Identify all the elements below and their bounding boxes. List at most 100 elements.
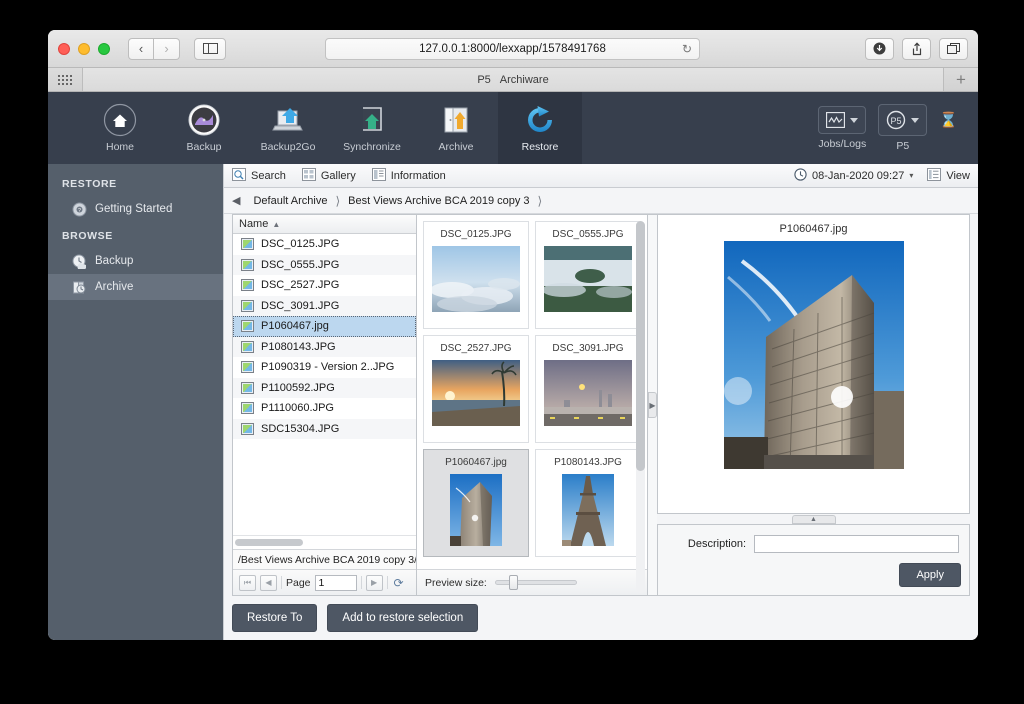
- view-icon: [927, 168, 941, 184]
- app-body: RESTORE ? Getting Started BROWSE: [48, 164, 978, 640]
- share-button[interactable]: [902, 38, 931, 60]
- scrollbar-track: [636, 221, 645, 593]
- description-input[interactable]: [754, 535, 959, 553]
- p5-button[interactable]: P5: [878, 104, 927, 136]
- activity-graph-icon: [826, 112, 845, 128]
- downloads-button[interactable]: [865, 38, 894, 60]
- module-restore[interactable]: Restore: [498, 92, 582, 164]
- image-file-icon: [241, 300, 254, 312]
- table-row[interactable]: DSC_0125.JPG: [233, 234, 416, 255]
- sidebar-item-archive[interactable]: Archive: [48, 274, 223, 300]
- apply-button[interactable]: Apply: [899, 563, 961, 587]
- scrollbar-thumb[interactable]: [235, 539, 303, 546]
- information-button[interactable]: Information: [372, 168, 446, 184]
- gallery-item[interactable]: DSC_0555.JPG: [535, 221, 641, 329]
- back-button[interactable]: ‹: [128, 38, 154, 60]
- all-tabs-grid-button[interactable]: [48, 68, 82, 91]
- preview-size-slider[interactable]: [495, 576, 577, 590]
- gallery-item[interactable]: DSC_2527.JPG: [423, 335, 529, 443]
- panes: Name ▲ DSC_0125.JPG DSC_0555.JPG DSC_252…: [232, 214, 970, 596]
- refresh-button[interactable]: ⟳: [394, 576, 404, 590]
- gallery-button[interactable]: Gallery: [302, 168, 356, 184]
- module-backup2go[interactable]: Backup2Go: [246, 92, 330, 164]
- reload-icon[interactable]: ↻: [682, 42, 692, 56]
- page-label: Page: [286, 577, 311, 589]
- forward-button[interactable]: ›: [154, 38, 180, 60]
- image-file-icon: [241, 382, 254, 394]
- breadcrumb: ◀ Default Archive ⟩ Best Views Archive B…: [224, 188, 978, 214]
- sidebar-section-browse: BROWSE: [48, 222, 223, 248]
- table-row[interactable]: P1090319 - Version 2..JPG: [233, 357, 416, 378]
- gallery-item-selected[interactable]: P1060467.jpg: [423, 449, 529, 557]
- new-tab-button[interactable]: +: [944, 68, 978, 91]
- table-row[interactable]: DSC_2527.JPG: [233, 275, 416, 296]
- svg-text:P5: P5: [891, 116, 902, 126]
- browser-tab[interactable]: P5 Archiware: [82, 68, 944, 91]
- module-list: Home Backup: [48, 92, 582, 164]
- file-name: DSC_0125.JPG: [261, 238, 339, 250]
- first-page-button[interactable]: ⏮: [239, 575, 256, 591]
- file-name: DSC_3091.JPG: [261, 300, 339, 312]
- gallery-vertical-scrollbar[interactable]: [636, 221, 645, 593]
- module-archive[interactable]: Archive: [414, 92, 498, 164]
- slider-track: [495, 580, 577, 585]
- add-to-restore-selection-button[interactable]: Add to restore selection: [327, 604, 478, 632]
- grid-dots-icon: [58, 75, 72, 85]
- module-home[interactable]: Home: [78, 92, 162, 164]
- url-bar[interactable]: 127.0.0.1:8000/lexxapp/1578491768 ↻: [325, 38, 700, 60]
- jobs-logs-control[interactable]: Jobs/Logs: [818, 106, 866, 150]
- gallery-item[interactable]: P1080143.JPG: [535, 449, 641, 557]
- content-toolbar-right: 08-Jan-2020 09:27 ▾: [794, 168, 970, 184]
- breadcrumb-item-current[interactable]: Best Views Archive BCA 2019 copy 3: [342, 195, 535, 207]
- table-row-selected[interactable]: P1060467.jpg: [233, 316, 416, 337]
- search-button[interactable]: Search: [232, 168, 286, 184]
- close-window-button[interactable]: [58, 43, 70, 55]
- gallery-item[interactable]: DSC_3091.JPG: [535, 335, 641, 443]
- preview-splitter[interactable]: ▲: [657, 514, 970, 524]
- pagination-bar: ⏮ ◀ Page ▶ ⟳: [233, 569, 416, 595]
- file-list-horizontal-scrollbar[interactable]: [233, 535, 416, 549]
- sidebar-item-backup[interactable]: Backup: [48, 248, 223, 274]
- gallery-item[interactable]: DSC_0125.JPG: [423, 221, 529, 329]
- table-row[interactable]: P1110060.JPG: [233, 398, 416, 419]
- sync-arrows-icon: [355, 104, 389, 136]
- sidebar-item-label: Getting Started: [95, 203, 172, 215]
- jobs-logs-button[interactable]: [818, 106, 866, 134]
- maximize-window-button[interactable]: [98, 43, 110, 55]
- next-page-button[interactable]: ▶: [366, 575, 383, 591]
- table-row[interactable]: DSC_0555.JPG: [233, 255, 416, 276]
- sidebar-item-getting-started[interactable]: ? Getting Started: [48, 196, 223, 222]
- breadcrumb-item-default-archive[interactable]: Default Archive: [247, 195, 333, 207]
- scrollbar-thumb[interactable]: [636, 221, 645, 471]
- collapse-pane-handle[interactable]: ▶: [648, 392, 657, 418]
- image-file-icon: [241, 402, 254, 414]
- table-row[interactable]: SDC15304.JPG: [233, 419, 416, 440]
- module-backup[interactable]: Backup: [162, 92, 246, 164]
- table-row[interactable]: P1100592.JPG: [233, 378, 416, 399]
- file-list-rows: DSC_0125.JPG DSC_0555.JPG DSC_2527.JPG D…: [233, 234, 416, 535]
- p5-control[interactable]: P5 P5: [878, 104, 927, 152]
- splitter-grip-icon[interactable]: ▲: [792, 515, 836, 524]
- table-row[interactable]: P1080143.JPG: [233, 337, 416, 358]
- restore-to-button[interactable]: Restore To: [232, 604, 317, 632]
- minimize-window-button[interactable]: [78, 43, 90, 55]
- module-synchronize[interactable]: Synchronize: [330, 92, 414, 164]
- gallery-item-name: P1060467.jpg: [445, 457, 507, 468]
- pane-divider[interactable]: ▶: [648, 214, 657, 596]
- module-label: Archive: [438, 141, 473, 153]
- gallery-thumbnail-fog-island: [544, 246, 632, 312]
- show-tabs-button[interactable]: [939, 38, 968, 60]
- view-button[interactable]: View: [927, 168, 970, 184]
- show-sidebar-button[interactable]: [194, 38, 226, 60]
- image-file-icon: [241, 361, 254, 373]
- prev-page-button[interactable]: ◀: [260, 575, 277, 591]
- file-list-header[interactable]: Name ▲: [233, 215, 416, 234]
- preview-photo-flatiron[interactable]: [724, 241, 904, 469]
- datetime-selector[interactable]: 08-Jan-2020 09:27 ▾: [794, 168, 913, 184]
- page-number-input[interactable]: [315, 575, 357, 591]
- slider-thumb[interactable]: [509, 575, 518, 590]
- breadcrumb-back-icon[interactable]: ◀: [232, 194, 240, 207]
- table-row[interactable]: DSC_3091.JPG: [233, 296, 416, 317]
- clock-backup-icon: [187, 104, 221, 136]
- gallery-scroll-area: DSC_0125.JPG: [417, 215, 647, 569]
